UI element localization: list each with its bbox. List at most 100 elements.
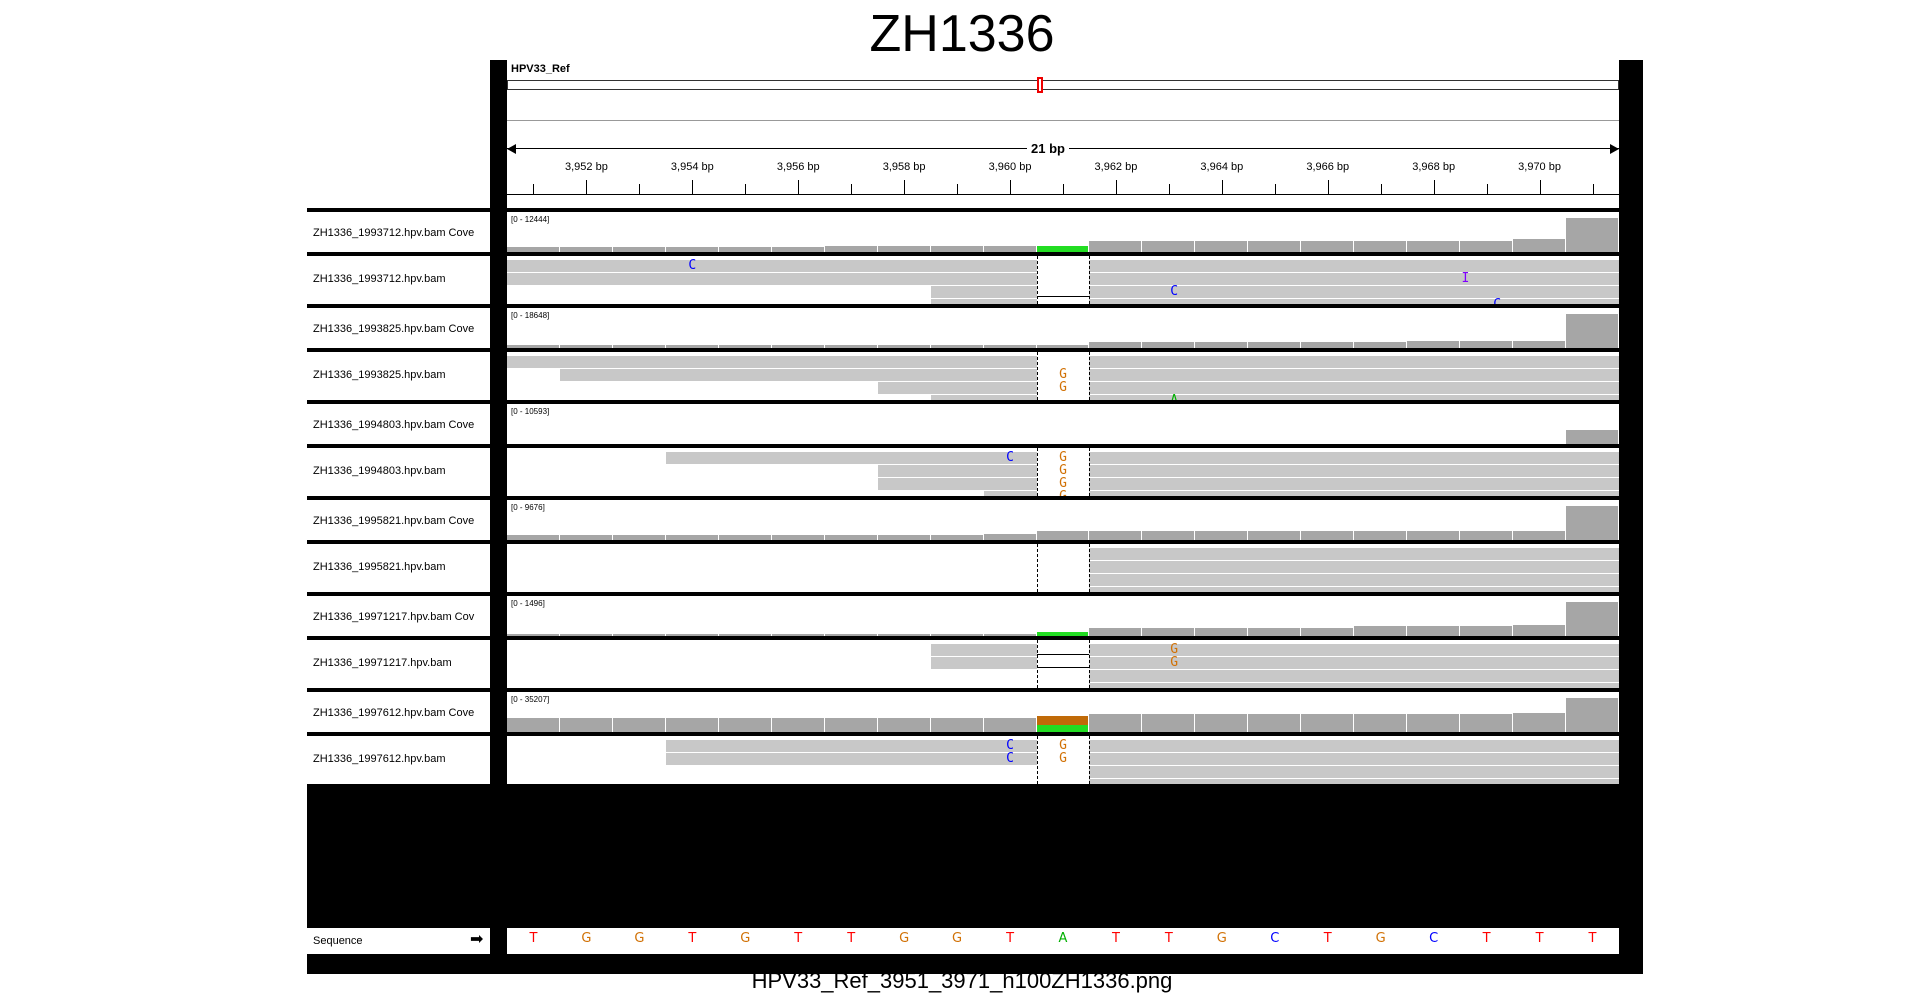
read[interactable] <box>1089 395 1619 400</box>
read[interactable] <box>1089 683 1619 688</box>
read[interactable] <box>1089 478 1619 490</box>
read[interactable] <box>1089 574 1619 586</box>
read[interactable] <box>1089 657 1619 669</box>
coverage-bar <box>612 247 666 252</box>
coverage-bar <box>1513 531 1567 540</box>
coverage-bar <box>1301 628 1355 636</box>
deletion-line <box>1036 654 1090 655</box>
alignment-track[interactable]: GGA <box>507 352 1619 400</box>
read[interactable] <box>1089 561 1619 573</box>
ruler-tick <box>1327 180 1329 194</box>
read[interactable] <box>1089 369 1619 381</box>
read[interactable] <box>1089 465 1619 477</box>
coverage-bar <box>507 247 560 252</box>
read[interactable] <box>930 657 1037 669</box>
coverage-bar <box>1566 602 1619 636</box>
sequence-track: TGGTGTTGGTATTGCTGCTTT <box>507 928 1619 954</box>
coverage-track-name[interactable]: ZH1336_1994803.hpv.bam Cove <box>313 419 474 431</box>
read[interactable] <box>877 465 1037 477</box>
read[interactable] <box>1089 273 1619 285</box>
read[interactable] <box>1089 740 1619 752</box>
mismatch-base: A <box>1170 393 1178 400</box>
coverage-bar <box>771 718 825 732</box>
alignment-track[interactable] <box>507 544 1619 592</box>
region-marker[interactable] <box>1037 77 1043 93</box>
sequence-base: T <box>1111 931 1120 946</box>
coverage-bar <box>665 247 719 252</box>
coverage-track-name[interactable]: ZH1336_1993825.hpv.bam Cove <box>313 323 474 335</box>
coverage-track[interactable]: [0 - 12444] <box>507 212 1619 252</box>
coverage-track-name[interactable]: ZH1336_1993712.hpv.bam Cove <box>313 227 474 239</box>
alignment-track-name[interactable]: ZH1336_1993712.hpv.bam <box>313 273 446 285</box>
read[interactable] <box>930 286 1037 298</box>
read[interactable] <box>1089 356 1619 368</box>
coverage-track[interactable]: [0 - 1496] <box>507 596 1619 636</box>
read[interactable] <box>1089 779 1619 784</box>
read[interactable] <box>1089 286 1619 298</box>
alignment-track-name[interactable]: ZH1336_1995821.hpv.bam <box>313 561 446 573</box>
mismatch-base: G <box>1059 489 1067 496</box>
allele-coverage-bar <box>1036 724 1090 732</box>
read[interactable] <box>877 478 1037 490</box>
alignment-track-name[interactable]: ZH1336_1994803.hpv.bam <box>313 465 446 477</box>
coverage-range: [0 - 12444] <box>511 215 550 224</box>
coverage-track-name[interactable]: ZH1336_19971217.hpv.bam Cov <box>313 611 474 623</box>
read[interactable] <box>665 452 1037 464</box>
read[interactable] <box>930 299 1037 304</box>
read[interactable] <box>507 273 1037 285</box>
coverage-track[interactable]: [0 - 35207] <box>507 692 1619 732</box>
sequence-base: T <box>688 931 697 946</box>
allele-coverage-bar <box>1036 716 1090 725</box>
read[interactable] <box>1089 766 1619 778</box>
alignment-track[interactable]: CGGGG <box>507 448 1619 496</box>
coverage-track[interactable]: [0 - 9676] <box>507 500 1619 540</box>
coverage-bar <box>1566 506 1619 540</box>
coverage-bar <box>1301 342 1355 348</box>
coverage-bar <box>1407 531 1461 540</box>
read[interactable] <box>983 491 1037 496</box>
alignment-track-name[interactable]: ZH1336_1997612.hpv.bam <box>313 753 446 765</box>
coverage-track[interactable]: [0 - 10593] <box>507 404 1619 444</box>
read[interactable] <box>665 753 1037 765</box>
sequence-base: A <box>1058 931 1068 946</box>
coverage-bar <box>1566 218 1619 252</box>
read[interactable] <box>1089 491 1619 496</box>
read[interactable] <box>1089 753 1619 765</box>
coverage-bar <box>1566 430 1619 444</box>
coverage-bar <box>1354 240 1408 252</box>
coverage-bar <box>718 634 772 636</box>
read[interactable] <box>930 395 1037 400</box>
coverage-bar <box>718 247 772 252</box>
coverage-bar <box>1248 240 1302 252</box>
coverage-track-name[interactable]: ZH1336_1995821.hpv.bam Cove <box>313 515 474 527</box>
read[interactable] <box>507 356 1037 368</box>
read[interactable] <box>1089 382 1619 394</box>
read[interactable] <box>665 740 1037 752</box>
read[interactable] <box>1089 452 1619 464</box>
alignment-track-name[interactable]: ZH1336_1993825.hpv.bam <box>313 369 446 381</box>
strand-arrow-icon[interactable]: ➡ <box>470 929 483 949</box>
alignment-track-name[interactable]: ZH1336_19971217.hpv.bam <box>313 657 452 669</box>
read[interactable] <box>1089 260 1619 272</box>
coverage-track[interactable]: [0 - 18648] <box>507 308 1619 348</box>
deletion-boundary-left <box>1036 544 1038 592</box>
ruler-tick <box>1115 180 1117 194</box>
sequence-base: T <box>1164 931 1173 946</box>
alignment-track[interactable]: C C I C <box>507 256 1619 304</box>
read[interactable] <box>1089 587 1619 592</box>
coverage-bar <box>1354 342 1408 348</box>
read[interactable] <box>507 260 1037 272</box>
coverage-name-panel: ZH1336_1993712.hpv.bam Cove <box>307 212 490 252</box>
read[interactable] <box>877 382 1037 394</box>
read[interactable] <box>930 644 1037 656</box>
coverage-track-name[interactable]: ZH1336_1997612.hpv.bam Cove <box>313 707 474 719</box>
alignment-track[interactable]: GG <box>507 640 1619 688</box>
chromosome-ideogram[interactable] <box>507 80 1619 90</box>
coverage-bar <box>824 634 878 636</box>
alignment-track[interactable]: CCGG <box>507 736 1619 784</box>
read[interactable] <box>559 369 1037 381</box>
read[interactable] <box>1089 548 1619 560</box>
read[interactable] <box>1089 670 1619 682</box>
read[interactable] <box>1089 299 1619 304</box>
read[interactable] <box>1089 644 1619 656</box>
